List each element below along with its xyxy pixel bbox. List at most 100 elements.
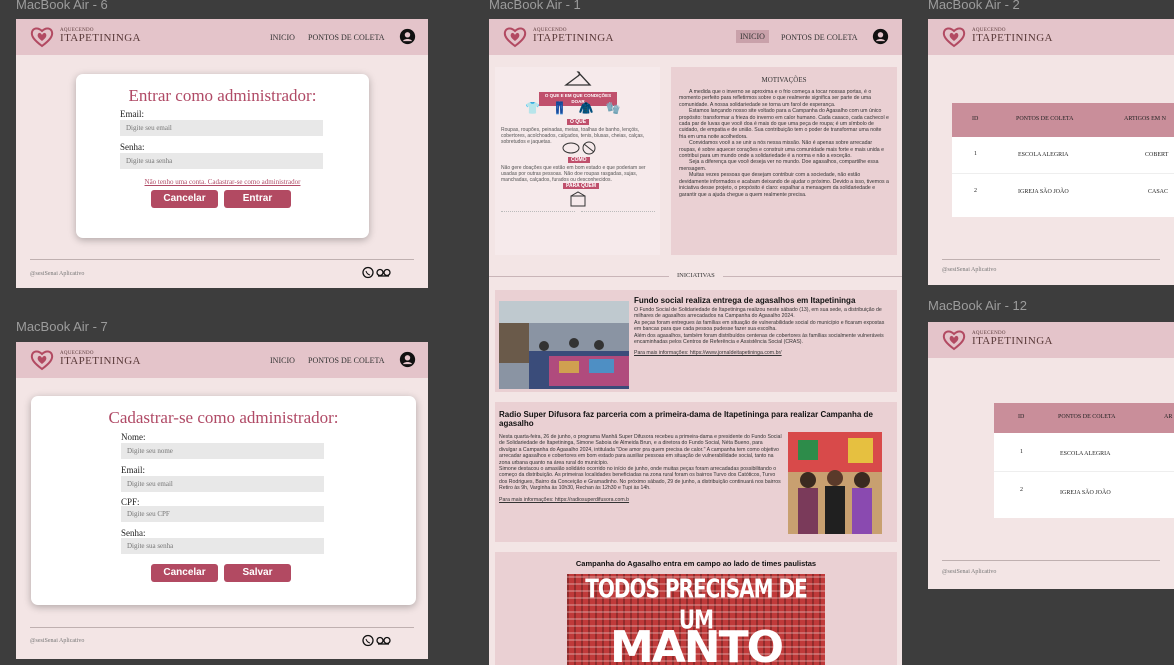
news-body: Nesta quarta-feira, 26 de junho, o progr… [499,434,782,503]
nav-inicio[interactable]: INICIO [270,356,295,365]
enter-button[interactable]: Entrar [224,190,291,208]
heart-logo-icon[interactable] [30,26,54,48]
frame-login: AQUECENDO ITAPETININGA INICIO PONTOS DE C… [16,19,428,288]
nav-inicio[interactable]: INICIO [736,30,769,43]
footer-copyright: @sesiSenai Aplicativo [942,569,997,575]
col-id: ID [972,116,979,122]
senha-label: Senha: [121,528,146,538]
brand-name: AQUECENDO ITAPETININGA [972,28,1053,44]
header: AQUECENDO ITAPETININGA [928,322,1174,358]
col-pontos: PONTOS DE COLETA [1016,116,1074,122]
news-link[interactable]: Para mais informações: https://radiosupe… [499,497,782,503]
col-artigos: AR [1164,414,1173,420]
footer-copyright: @sesiSenai Aplicativo [942,267,997,273]
social-icons [362,634,392,650]
col-id: ID [1018,414,1025,420]
frame-title-1: MacBook Air - 1 [489,0,581,12]
nome-field[interactable] [121,443,324,459]
hanger-icon [564,71,592,86]
senha-field[interactable] [121,538,324,554]
infographic-notes-right [581,211,655,249]
cancel-button[interactable]: Cancelar [151,190,218,208]
header: AQUECENDO ITAPETININGA INICIO PONTOS DE C… [489,19,902,55]
footer-divider [30,259,414,260]
news-item: Fundo social realiza entrega de agasalho… [495,290,897,392]
footer-divider [942,259,1160,260]
threads-icon [376,636,384,645]
news-title: Radio Super Difusora faz parceria com a … [499,410,873,428]
news-photo [499,301,629,389]
pontos-table: ID PONTOS DE COLETA AR 1 ESCOLA ALEGRIA … [994,403,1174,518]
news-title: Fundo social realiza entrega de agasalho… [634,296,856,305]
brand-name: AQUECENDO ITAPETININGA [60,28,141,44]
frame-pontos: AQUECENDO ITAPETININGA ID PONTOS DE COLET… [928,19,1174,285]
footer-divider [30,627,414,628]
footer-copyright: @sesiSenai Aplicativo [30,271,85,277]
motivacoes-title: MOTIVAÇÕES [761,76,807,84]
cancel-button[interactable]: Cancelar [151,564,218,582]
footer-copyright: @sesiSenai Aplicativo [30,638,85,644]
user-icon[interactable] [399,351,416,368]
iniciativas-title: INICIATIVAS [669,272,723,279]
como-heading: COMO [568,157,590,163]
whatsapp-icon [362,634,374,647]
row-divider [952,173,1174,174]
para-quem-heading: PARA QUEM [563,183,599,189]
infographic-panel: O QUE E EM QUE CONDIÇÕES DOAR 👕👖🧥🧤 O QUE… [495,67,660,255]
news-photo [788,432,882,534]
infographic-notes-left [501,211,575,249]
email-label: Email: [120,109,144,119]
pontos-table: ID PONTOS DE COLETA ARTIGOS EM N 1 ESCOL… [952,103,1174,217]
heart-logo-icon[interactable] [30,349,54,371]
footer-divider [942,560,1160,561]
threads-icon [376,268,384,277]
nome-label: Nome: [121,432,146,442]
email-field[interactable] [120,120,323,136]
frame-title-12: MacBook Air - 12 [928,298,1027,313]
brand-name: AQUECENDO ITAPETININGA [60,351,141,367]
motivacoes-panel: MOTIVAÇÕES A medida que o inverno se apr… [671,67,897,255]
frame-pontos-admin: AQUECENDO ITAPETININGA ID PONTOS DE COLET… [928,322,1174,589]
nav-pontos-de-coleta[interactable]: PONTOS DE COLETA [308,33,385,42]
save-button[interactable]: Salvar [224,564,291,582]
social-icons [362,266,392,282]
heart-logo-icon[interactable] [503,26,527,48]
table-header: ID PONTOS DE COLETA AR [994,403,1174,433]
poster-line-2: MANTO [609,622,784,665]
frame-signup: AQUECENDO ITAPETININGA INICIO PONTOS DE C… [16,342,428,659]
o-que-heading: O QUE [567,119,590,125]
login-card: Entrar como administrador: Email: Senha:… [76,74,369,238]
login-title: Entrar como administrador: [128,86,317,105]
heart-logo-icon[interactable] [942,329,966,351]
frame-title-7: MacBook Air - 7 [16,319,108,334]
nav-pontos-de-coleta[interactable]: PONTOS DE COLETA [781,33,858,42]
nav-pontos-de-coleta[interactable]: PONTOS DE COLETA [308,356,385,365]
motivacoes-text: A medida que o inverno se aproxima e o f… [679,89,889,198]
brand-name: AQUECENDO ITAPETININGA [972,331,1053,347]
news-link[interactable]: Para mais informações: https://www.jorna… [634,350,892,356]
header: AQUECENDO ITAPETININGA INICIO PONTOS DE C… [16,342,428,378]
email-label: Email: [121,465,145,475]
signup-title: Cadastrar-se como administrador: [108,408,339,427]
box-icon [570,191,586,207]
senha-label: Senha: [120,142,145,152]
cpf-field[interactable] [121,506,324,522]
row-divider [994,471,1174,472]
table-header: ID PONTOS DE COLETA ARTIGOS EM N [952,103,1174,137]
news-item: Radio Super Difusora faz parceria com a … [495,402,897,542]
campaign-poster: TODOS PRECISAM DE UM MANTO [567,573,825,665]
register-link[interactable]: Não tenho uma conta. Cadastrar-se como a… [76,178,369,186]
heart-logo-icon[interactable] [942,26,966,48]
frame-title-2: MacBook Air - 2 [928,0,1020,12]
col-artigos: ARTIGOS EM N [1124,116,1166,122]
nav-inicio[interactable]: INICIO [270,33,295,42]
user-icon[interactable] [872,28,889,45]
email-field[interactable] [121,476,324,492]
signup-card: Cadastrar-se como administrador: Nome: E… [31,396,416,605]
whatsapp-icon [362,266,374,279]
col-pontos: PONTOS DE COLETA [1058,414,1116,420]
user-icon[interactable] [399,28,416,45]
news-item: Campanha do Agasalho entra em campo ao l… [495,552,897,665]
senha-field[interactable] [120,153,323,169]
news-title: Campanha do Agasalho entra em campo ao l… [575,559,817,568]
